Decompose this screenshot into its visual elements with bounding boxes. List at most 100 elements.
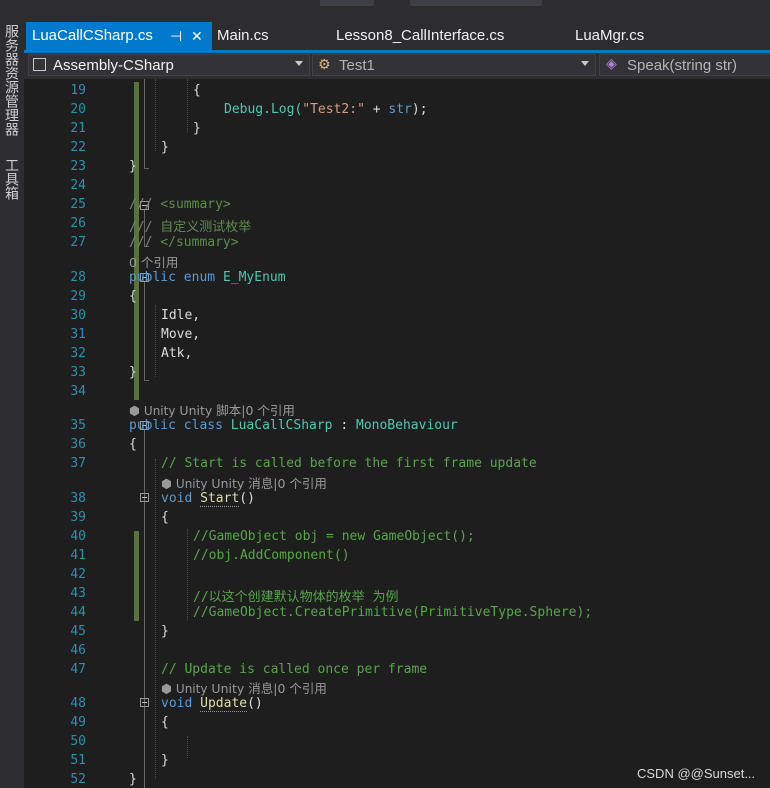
project-dropdown[interactable]: Assembly-CSharp: [28, 54, 310, 76]
indent-guide: [187, 529, 188, 621]
toolbox-tab[interactable]: 工具箱: [0, 158, 20, 200]
tab-label: Main.cs: [217, 27, 269, 44]
code-token: :: [332, 418, 356, 433]
line-number: 24: [70, 178, 86, 193]
line-number: 36: [70, 437, 86, 452]
code-token: public: [129, 270, 176, 285]
codelens-unity-label: Unity: [175, 477, 208, 491]
method-icon: ◈: [606, 56, 617, 72]
line-number: 23: [70, 159, 86, 174]
code-line-28: public enum E_MyEnum: [129, 270, 286, 285]
line-number: 19: [70, 83, 86, 98]
codelens-unity-message[interactable]: ⬢ Unity Unity 消息|0 个引用: [161, 678, 327, 697]
line-number: 33: [70, 365, 86, 380]
watermark: CSDN @@Sunset...: [637, 766, 756, 781]
code-line-27: /// </summary>: [129, 235, 239, 250]
code-token: E_MyEnum: [222, 270, 286, 285]
code-token: </summary>: [152, 235, 239, 250]
collapse-icon[interactable]: [140, 493, 149, 502]
top-toolbar: [24, 0, 770, 22]
code-token: void: [161, 491, 193, 506]
code-line-29: {: [129, 289, 137, 304]
tab-main[interactable]: Main.cs: [217, 22, 307, 50]
line-number: 25: [70, 197, 86, 212]
codelens-text: 0 个引用: [245, 403, 295, 418]
tab-label: Lesson8_CallInterface.cs: [336, 27, 505, 44]
unity-icon: ⬢: [161, 681, 172, 696]
type-dropdown[interactable]: ⚙ Test1: [312, 54, 596, 76]
code-line-43: //以这个创建默认物体的枚举 为例: [193, 590, 399, 605]
code-line-45: }: [161, 624, 169, 639]
codelens-text: Unity 脚本: [179, 403, 242, 418]
code-line-23: }: [129, 159, 137, 174]
code-token: Start: [200, 491, 240, 507]
line-number: 52: [70, 772, 86, 787]
collapse-icon[interactable]: [140, 698, 149, 707]
indent-guide: [155, 79, 156, 151]
code-line-37: // Start is called before the first fram…: [161, 456, 537, 471]
codelens-text: Unity 消息: [211, 476, 274, 491]
member-dropdown[interactable]: ◈ Speak(string str): [599, 54, 770, 76]
indent-guide: [155, 459, 156, 779]
unity-icon: ⬢: [161, 476, 172, 491]
code-token: ///: [129, 197, 153, 212]
code-token: class: [183, 418, 223, 433]
line-number: 39: [70, 510, 86, 525]
code-line-41: //obj.AddComponent(): [193, 548, 350, 563]
tab-luacallcsharp[interactable]: LuaCallCSharp.cs ⊣ ✕: [26, 22, 212, 50]
line-number: 29: [70, 289, 86, 304]
codelens-text: 0 个引用: [277, 476, 327, 491]
line-number: 31: [70, 327, 86, 342]
project-label: Assembly-CSharp: [53, 57, 174, 74]
line-number: 42: [70, 567, 86, 582]
tab-luamgr[interactable]: LuaMgr.cs: [575, 22, 675, 50]
code-line-49: {: [161, 715, 169, 730]
code-line-51: }: [161, 753, 169, 768]
code-line-22: }: [161, 140, 169, 155]
chevron-down-icon: [295, 61, 303, 66]
outline-line: [144, 282, 145, 380]
code-token: (): [247, 696, 263, 711]
line-number: 45: [70, 624, 86, 639]
codelens-unity-script[interactable]: ⬢ Unity Unity 脚本|0 个引用: [129, 400, 295, 419]
line-number: 26: [70, 216, 86, 231]
line-number: 22: [70, 140, 86, 155]
class-icon: ⚙: [318, 57, 331, 73]
code-line-30: Idle,: [161, 308, 201, 323]
tab-lesson8[interactable]: Lesson8_CallInterface.cs: [336, 22, 536, 50]
code-line-26: /// 自定义测试枚举: [129, 216, 251, 235]
code-line-40: //GameObject obj = new GameObject();: [193, 529, 475, 544]
line-number: 37: [70, 456, 86, 471]
line-number: 51: [70, 753, 86, 768]
toolbar-button[interactable]: [320, 0, 374, 6]
codelens-unity-message[interactable]: ⬢ Unity Unity 消息|0 个引用: [161, 473, 327, 492]
toolbar-dropdown[interactable]: [410, 0, 542, 6]
line-number: 34: [70, 384, 86, 399]
indent-guide: [187, 736, 188, 758]
pin-icon[interactable]: ⊣: [170, 22, 182, 50]
codelens-references[interactable]: 0 个引用: [129, 252, 178, 271]
csharp-project-icon: [33, 58, 46, 71]
document-tab-bar: LuaCallCSharp.cs ⊣ ✕ Main.cs Lesson8_Cal…: [24, 22, 770, 50]
chevron-down-icon: [581, 61, 589, 66]
code-token: +: [364, 102, 389, 117]
outline-line: [144, 380, 149, 381]
code-line-38: void Start(): [161, 491, 255, 507]
code-token: enum: [183, 270, 216, 285]
code-editor[interactable]: 19 20 21 22 23 24 25 26 27 28 29 30 31 3…: [24, 79, 770, 788]
close-icon[interactable]: ✕: [191, 22, 203, 50]
code-token: Debug.Log(: [224, 102, 303, 117]
tab-label: LuaMgr.cs: [575, 27, 645, 44]
server-explorer-tab[interactable]: 服务器资源管理器: [0, 24, 20, 136]
line-number: 47: [70, 662, 86, 677]
code-line-52: }: [129, 772, 137, 787]
code-line-44: //GameObject.CreatePrimitive(PrimitiveTy…: [193, 605, 593, 620]
line-number: 20: [70, 102, 86, 117]
line-number: 38: [70, 491, 86, 506]
codelens-text: Unity 消息: [211, 681, 274, 696]
member-label: Speak(string str): [627, 57, 738, 74]
code-token: "Test2:": [302, 102, 365, 117]
code-token: (): [239, 491, 255, 506]
code-line-48: void Update(): [161, 696, 263, 712]
outline-line: [144, 430, 145, 788]
